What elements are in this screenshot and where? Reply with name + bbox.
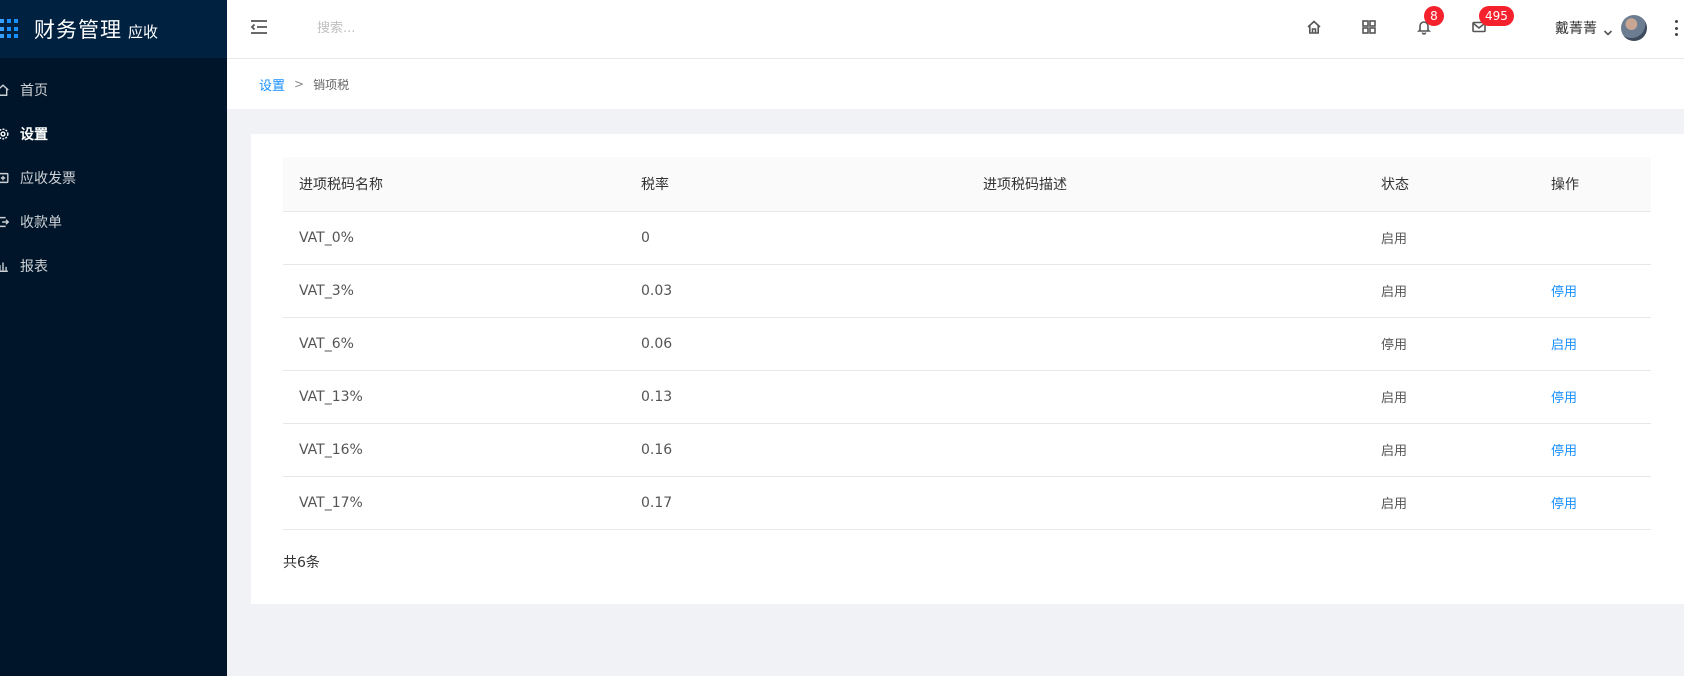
cell-name: VAT_17%	[283, 476, 625, 530]
table-row: VAT_17% 0.17 启用 停用	[283, 476, 1651, 530]
table-row: VAT_13% 0.13 启用 停用	[283, 370, 1651, 424]
brand: 财务管理 应收	[0, 0, 227, 58]
sidebar-item-receipt[interactable]: 收款单	[0, 200, 227, 244]
gear-icon	[0, 127, 10, 141]
table-row: VAT_16% 0.16 启用 停用	[283, 423, 1651, 477]
cell-rate: 0.13	[625, 370, 967, 424]
cell-name: VAT_0%	[283, 211, 625, 265]
mail-icon[interactable]: 495	[1468, 6, 1514, 38]
bar-chart-icon	[0, 259, 10, 273]
sidebar-item-label: 设置	[20, 127, 48, 143]
home-icon	[0, 83, 10, 97]
sidebar: 财务管理 应收 首页 设置 应收发票 收款单 报表	[0, 0, 227, 676]
row-action-link[interactable]: 停用	[1551, 497, 1577, 512]
row-action-link[interactable]: 停用	[1551, 444, 1577, 459]
cell-rate: 0	[625, 211, 967, 265]
cell-rate: 0.03	[625, 264, 967, 318]
sidebar-item-label: 首页	[20, 83, 48, 99]
bell-icon[interactable]: 8	[1413, 6, 1444, 38]
cell-rate: 0.16	[625, 423, 967, 477]
cell-rate: 0.06	[625, 317, 967, 371]
column-header-action: 操作	[1535, 157, 1651, 212]
cell-action: 停用	[1535, 423, 1651, 477]
column-header-rate: 税率	[625, 157, 967, 212]
cell-status: 启用	[1365, 264, 1535, 318]
row-action-link[interactable]: 停用	[1551, 285, 1577, 300]
cell-action: 启用	[1535, 317, 1651, 371]
cell-status: 启用	[1365, 423, 1535, 477]
cell-name: VAT_13%	[283, 370, 625, 424]
chevron-down-icon	[1603, 23, 1613, 36]
brand-title: 财务管理	[34, 18, 122, 42]
column-header-name: 进项税码名称	[283, 157, 625, 212]
message-badge: 495	[1479, 6, 1514, 26]
cell-rate: 0.17	[625, 476, 967, 530]
more-vertical-icon[interactable]	[1671, 18, 1681, 38]
sidebar-item-invoice[interactable]: 应收发票	[0, 156, 227, 200]
cell-name: VAT_16%	[283, 423, 625, 477]
search-input[interactable]	[317, 17, 577, 39]
receipt-icon	[0, 215, 10, 229]
cell-description	[967, 370, 1365, 424]
notification-badge: 8	[1424, 6, 1444, 26]
table-header-row: 进项税码名称 税率 进项税码描述 状态 操作	[283, 157, 1651, 212]
cell-action: 停用	[1535, 264, 1651, 318]
sidebar-item-label: 应收发票	[20, 171, 76, 187]
sidebar-item-label: 报表	[20, 259, 48, 275]
cell-status: 启用	[1365, 211, 1535, 265]
cell-action: 停用	[1535, 476, 1651, 530]
cell-description	[967, 476, 1365, 530]
user-name: 戴菁菁	[1555, 21, 1597, 37]
avatar[interactable]	[1621, 15, 1647, 41]
column-header-description: 进项税码描述	[967, 157, 1365, 212]
breadcrumb-separator: >	[294, 77, 305, 91]
cell-action: 停用	[1535, 370, 1651, 424]
apps-grid-icon[interactable]	[1358, 16, 1380, 38]
table-row: VAT_6% 0.06 停用 启用	[283, 317, 1651, 371]
sidebar-item-reports[interactable]: 报表	[0, 244, 227, 288]
top-header: 8 495 戴菁菁	[227, 0, 1684, 59]
cell-status: 停用	[1365, 317, 1535, 371]
cell-description	[967, 211, 1365, 265]
sidebar-item-label: 收款单	[20, 215, 62, 231]
home-icon[interactable]	[1303, 16, 1325, 38]
cell-description	[967, 317, 1365, 371]
table-row: VAT_0% 0 启用	[283, 211, 1651, 265]
content-card: 进项税码名称 税率 进项税码描述 状态 操作 VAT_0% 0 启用 VAT_3…	[251, 134, 1684, 604]
invoice-icon	[0, 171, 10, 185]
cell-action	[1535, 211, 1651, 265]
cell-name: VAT_6%	[283, 317, 625, 371]
user-menu[interactable]: 戴菁菁	[1555, 15, 1647, 41]
cell-status: 启用	[1365, 370, 1535, 424]
table-row: VAT_3% 0.03 启用 停用	[283, 264, 1651, 318]
tax-code-table: 进项税码名称 税率 进项税码描述 状态 操作 VAT_0% 0 启用 VAT_3…	[283, 157, 1651, 530]
cell-description	[967, 423, 1365, 477]
breadcrumb: 设置 > 销项税	[227, 59, 1684, 109]
menu-collapse-icon[interactable]	[249, 17, 269, 37]
cell-status: 启用	[1365, 476, 1535, 530]
brand-subtitle: 应收	[128, 23, 159, 41]
app-grid-logo-icon	[0, 19, 20, 39]
row-action-link[interactable]: 启用	[1551, 338, 1577, 353]
row-action-link[interactable]: 停用	[1551, 391, 1577, 406]
cell-name: VAT_3%	[283, 264, 625, 318]
sidebar-item-home[interactable]: 首页	[0, 68, 227, 112]
sidebar-menu: 首页 设置 应收发票 收款单 报表	[0, 68, 227, 288]
breadcrumb-parent-link[interactable]: 设置	[259, 75, 285, 94]
column-header-status: 状态	[1365, 157, 1535, 212]
sidebar-item-settings[interactable]: 设置	[0, 112, 227, 156]
breadcrumb-current: 销项税	[313, 77, 350, 92]
total-count: 共6条	[283, 555, 320, 571]
cell-description	[967, 264, 1365, 318]
